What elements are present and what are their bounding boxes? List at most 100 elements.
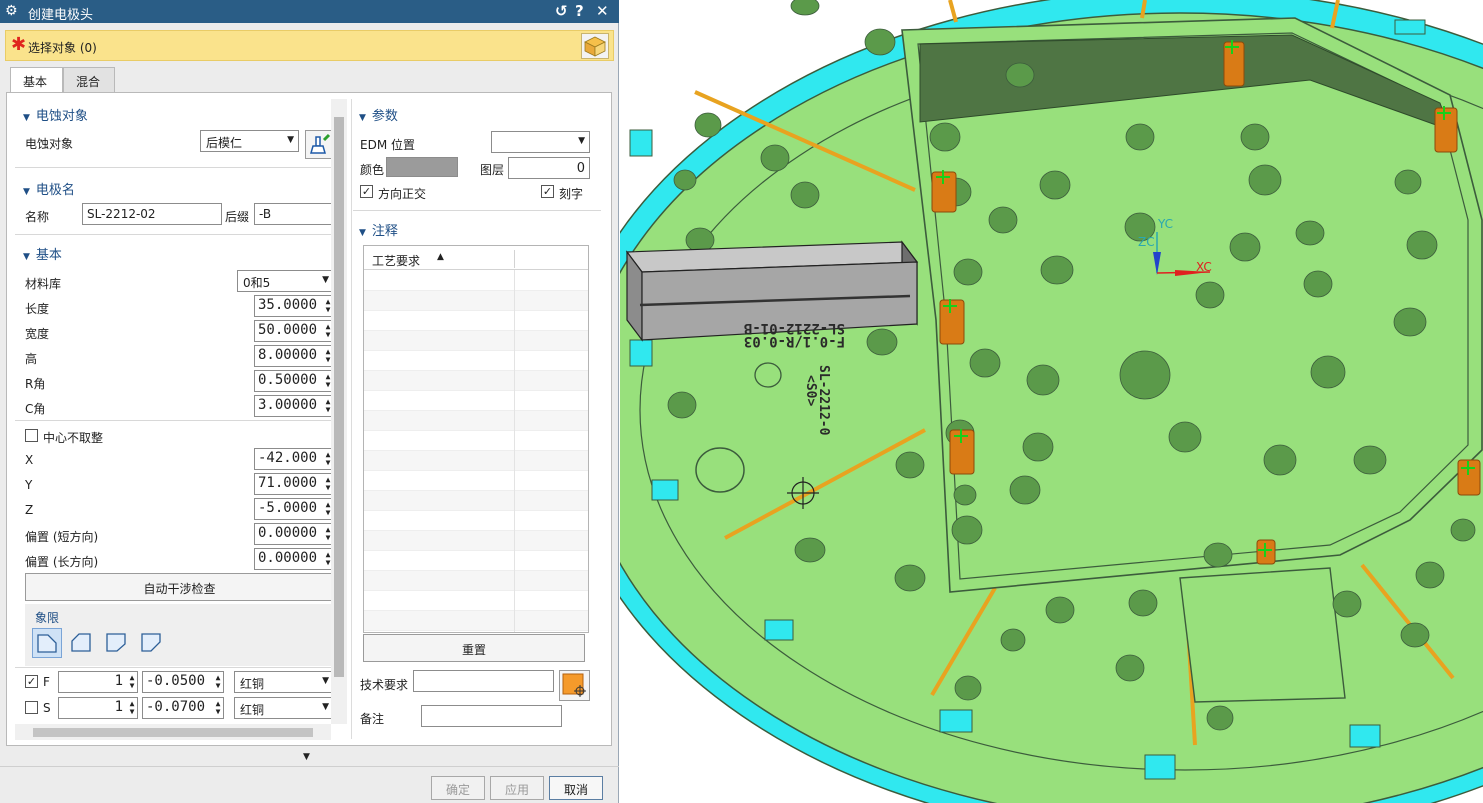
x-input[interactable]: -42.000 ▲ ▼ (254, 448, 331, 470)
layer-input[interactable]: 0 (508, 157, 590, 179)
help-icon[interactable]: ? (575, 2, 584, 20)
sort-asc-icon[interactable]: ▲ (437, 252, 444, 262)
c-corner-input[interactable]: 3.00000 ▲ ▼ (254, 395, 331, 417)
table-row[interactable] (364, 551, 588, 571)
table-row[interactable] (364, 411, 588, 431)
length-input[interactable]: 35.0000 ▲ ▼ (254, 295, 331, 317)
y-input[interactable]: 71.0000 ▲ ▼ (254, 473, 331, 495)
select-object-row[interactable]: ✱ 选择对象 (0) (5, 30, 614, 61)
spinner-icon[interactable]: ▲ ▼ (214, 700, 222, 716)
spinner-icon[interactable]: ▲ ▼ (324, 373, 331, 389)
ejector-pin (1434, 107, 1458, 153)
reset-notes-button[interactable]: 重置 (363, 634, 585, 662)
table-row[interactable] (364, 351, 588, 371)
material-lib-dropdown[interactable]: 0和5 ▼ (237, 270, 331, 292)
width-input[interactable]: 50.0000 ▲ ▼ (254, 320, 331, 342)
section-params-header[interactable]: ▼ 参数 (359, 105, 398, 124)
apply-button[interactable]: 应用 (490, 776, 544, 800)
color-swatch[interactable] (386, 157, 458, 177)
table-row[interactable] (364, 291, 588, 311)
spinner-icon[interactable]: ▲ ▼ (324, 451, 331, 467)
quadrant-3-button[interactable] (102, 628, 132, 658)
spinner-icon[interactable]: ▲ ▼ (324, 323, 331, 339)
spinner-icon[interactable]: ▲ ▼ (128, 674, 136, 690)
table-row[interactable] (364, 331, 588, 351)
spark-s-checkbox[interactable] (25, 701, 38, 714)
suffix-input[interactable]: -B (254, 203, 331, 225)
spinner-icon[interactable]: ▲ ▼ (324, 551, 331, 567)
section-name-header[interactable]: ▼ 电极名 (23, 179, 75, 198)
left-horizontal-scrollbar[interactable] (15, 724, 331, 740)
ok-button[interactable]: 确定 (431, 776, 485, 800)
section-notes-header[interactable]: ▼ 注释 (359, 220, 398, 239)
table-row[interactable] (364, 571, 588, 591)
spinner-icon[interactable]: ▲ ▼ (324, 526, 331, 542)
table-row[interactable] (364, 391, 588, 411)
close-icon[interactable]: ✕ (596, 2, 609, 20)
tech-requirement-input[interactable] (413, 670, 554, 692)
remark-input[interactable] (421, 705, 562, 727)
z-input[interactable]: -5.0000 ▲ ▼ (254, 498, 331, 520)
spinner-icon[interactable]: ▲ ▼ (128, 700, 136, 716)
quadrant-2-button[interactable] (67, 628, 97, 658)
height-input[interactable]: 8.00000 ▲ ▼ (254, 345, 331, 367)
spark-f-gap[interactable]: -0.0500 ▲ ▼ (142, 671, 224, 693)
spark-f-checkbox[interactable]: ✓ (25, 675, 38, 688)
quadrant-1-button[interactable] (32, 628, 62, 658)
scroll-thumb[interactable] (33, 728, 313, 737)
spinner-icon[interactable]: ▲ ▼ (324, 348, 331, 364)
target-dropdown[interactable]: 后模仁 ▼ (200, 130, 299, 152)
spark-f-count[interactable]: 1 ▲ ▼ (58, 671, 138, 693)
table-row[interactable] (364, 371, 588, 391)
quadrant-4-button[interactable] (137, 628, 167, 658)
table-row[interactable] (364, 451, 588, 471)
spinner-icon[interactable]: ▲ ▼ (324, 476, 331, 492)
graphics-viewport[interactable]: SL-2212-01-B F-0.1/R-0.03 SL-2212-0 <S0>… (620, 0, 1483, 803)
table-row[interactable] (364, 491, 588, 511)
left-vertical-scrollbar[interactable] (331, 99, 347, 724)
table-row[interactable] (364, 611, 588, 631)
select-solid-button[interactable] (581, 33, 609, 59)
name-input[interactable]: SL-2212-02 (82, 203, 222, 225)
table-row[interactable] (364, 431, 588, 451)
table-row[interactable] (364, 471, 588, 491)
spark-f-material[interactable]: 红铜 ▼ (234, 671, 331, 693)
expand-more-icon[interactable]: ▼ (303, 752, 310, 762)
pick-target-button[interactable] (305, 130, 331, 159)
tab-mixed[interactable]: 混合 (63, 67, 115, 93)
offset-short-input[interactable]: 0.00000 ▲ ▼ (254, 523, 331, 545)
cancel-button[interactable]: 取消 (549, 776, 603, 800)
offset-long-input[interactable]: 0.00000 ▲ ▼ (254, 548, 331, 570)
table-row[interactable] (364, 531, 588, 551)
table-row[interactable] (364, 591, 588, 611)
table-row[interactable] (364, 271, 588, 291)
table-row[interactable] (364, 511, 588, 531)
spark-s-count[interactable]: 1 ▲ ▼ (58, 697, 138, 719)
engrave-label: 刻字 (559, 187, 584, 201)
scroll-thumb[interactable] (334, 117, 344, 677)
tech-requirement-pick-button[interactable] (559, 670, 590, 701)
notes-table[interactable]: 工艺要求 ▲ (363, 245, 589, 633)
rim-notch (764, 619, 794, 641)
spinner-icon[interactable]: ▲ ▼ (324, 398, 331, 414)
tab-basic[interactable]: 基本 (10, 67, 63, 93)
process-requirement-column[interactable]: 工艺要求 (372, 252, 420, 269)
auto-interference-check-button[interactable]: 自动干涉检查 (25, 573, 331, 601)
section-basic-header[interactable]: ▼ 基本 (23, 244, 62, 263)
spinner-icon[interactable]: ▲ ▼ (324, 501, 331, 517)
center-no-round-checkbox[interactable] (25, 429, 38, 442)
spark-s-material[interactable]: 红铜 ▼ (234, 697, 331, 719)
edm-position-dropdown[interactable]: ▼ (491, 131, 590, 153)
orthogonal-checkbox[interactable]: ✓ (360, 185, 373, 198)
spark-s-gap[interactable]: -0.0700 ▲ ▼ (142, 697, 224, 719)
spinner-icon[interactable]: ▲ ▼ (214, 674, 222, 690)
reset-icon[interactable]: ↺ (555, 2, 568, 20)
target-label: 电蚀对象 (25, 137, 74, 151)
r-corner-input[interactable]: 0.50000 ▲ ▼ (254, 370, 331, 392)
spinner-icon[interactable]: ▲ ▼ (324, 298, 331, 314)
section-target-header[interactable]: ▼ 电蚀对象 (23, 105, 88, 124)
name-label: 名称 (25, 210, 50, 224)
engrave-checkbox[interactable]: ✓ (541, 185, 554, 198)
table-row[interactable] (364, 311, 588, 331)
mold-view[interactable]: SL-2212-01-B F-0.1/R-0.03 SL-2212-0 <S0>… (620, 0, 1483, 803)
